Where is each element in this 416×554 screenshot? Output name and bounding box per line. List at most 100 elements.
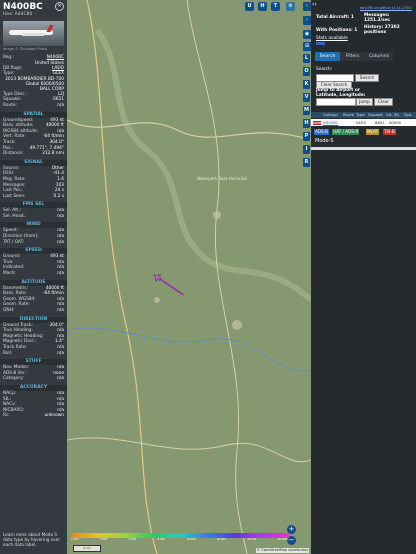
alt-tick: 40 000+ [277,538,289,541]
button-i[interactable]: I [303,145,310,154]
map-view[interactable]: Naturpark Saar-Hunsrück U H T ⚙ › › ◉ ⊞ … [67,0,311,554]
aircraft-table-header: Callsign Route Type Squawk Alt. (ft) Spd… [311,112,416,123]
with-positions: With Positions: 1 [316,28,358,33]
photo-credit: Image © Christoph Plank [3,47,48,51]
speed-value: n/a [57,271,64,277]
spatial-value: 212.8 nmi [42,151,64,157]
history-count: History: 27302 positions [364,25,400,35]
direction-row: Roll: n/a [0,351,67,357]
badge-tisb[interactable]: TIS-B [383,129,396,135]
button-o[interactable]: O [303,67,310,76]
tab-filters[interactable]: Filters [340,52,365,61]
toggle-h-button[interactable]: H [258,2,267,11]
jump-label: Jump to Airport or Latitude, Longitude: [316,88,366,98]
row-altitude: 40000 [389,120,402,125]
toggle-t-button[interactable]: T [271,2,280,11]
stats-icon[interactable] [316,42,325,45]
sidebar-footer-note: Learn more about Mode S data type by hov… [3,532,61,547]
map-town-3 [154,297,160,303]
alt-tick: 10 000 [186,538,196,541]
map-canvas[interactable]: Naturpark Saar-Hunsrück [67,0,311,554]
map-attribution[interactable]: © OpenStreetMap contributors [255,548,309,553]
tab-search[interactable]: Search [315,52,340,61]
toggle-sidebar-button[interactable]: › [303,2,311,11]
toggle-u-button[interactable]: U [245,2,254,11]
close-icon[interactable]: ✕ [55,2,64,11]
col-type[interactable]: Type [356,112,365,118]
stuff-row: Category: n/a [0,376,67,382]
reg-link[interactable]: N400BC [47,55,64,61]
col-route[interactable]: Route [343,112,354,118]
github-link[interactable]: tar1090 on github (3.14.1703) [360,6,412,10]
altitude-value: n/a [57,308,64,313]
accuracy-value: unknown [44,413,64,419]
nature-park-label: Naturpark Saar-Hunsrück [197,176,248,181]
row-callsign[interactable]: N400BC [323,119,338,126]
jump-button[interactable]: Jump [356,98,373,106]
alt-tick: 8 000 [157,538,165,541]
wind-list: Speed: n/a Direction (from): n/a TAT / OAT: n… [0,228,67,245]
spatial-label: Distance: [3,151,24,157]
badge-uat[interactable]: UAT / ADS-R [332,129,360,135]
aircraft-photo[interactable] [3,21,64,46]
mode-s-label[interactable]: Mode-S [315,138,334,144]
tab-columns[interactable]: Columns [365,52,393,61]
button-p[interactable]: P [303,132,310,141]
button-h[interactable]: H [303,119,310,128]
fms-row: Sel. Head.: n/a [0,214,67,220]
alt-tick: 30 000 [247,538,257,541]
col-altitude[interactable]: Alt. (ft) [386,112,399,118]
type-label: Type: [3,71,15,77]
accuracy-label: Rc: [3,413,10,419]
badge-adsb[interactable]: ADS-B [314,129,329,135]
fms-list: Sel. Alt.: n/a Sel. Head.: n/a [0,208,67,219]
fms-label: Sel. Head.: [3,213,27,219]
layers-icon[interactable]: ◉ [303,30,311,39]
table-row[interactable]: N400BC GLEX 6651 40000 [311,119,416,126]
map-town-1 [213,211,221,219]
scale-bar: 5 nm [73,545,101,552]
alt-tick: 20 000 [216,538,226,541]
fms-value: n/a [57,213,64,219]
table-scrollbar[interactable] [311,147,416,150]
direction-list: Ground Track: 304.0° True Heading: n/a Magne… [0,323,67,357]
panel-nav-arrows[interactable]: ‹› [312,1,317,8]
wind-value: n/a [57,239,64,245]
aircraft-detail-sidebar: N400BC Hex: A44C80 ✕ Image © Christoph P… [0,0,67,554]
altitude-label: QNH: [3,308,15,313]
button-m[interactable]: M [303,106,310,115]
col-callsign[interactable]: Callsign [323,112,338,118]
signal-label: Last Seen: [3,193,26,199]
wind-label: TAT / OAT: [3,239,25,245]
col-squawk[interactable]: Squawk [368,112,383,118]
direction-value: n/a [57,350,64,356]
route-label: Route: [3,102,17,108]
alt-tick: 4 000 [99,538,108,541]
settings-gear-icon[interactable]: ⚙ [286,2,295,11]
jump-input[interactable] [316,98,356,106]
alt-tick: 2 000 [71,538,79,541]
signal-row: Last Seen: 0.2 s [0,194,67,200]
altitude-scale-labels: 2 000 4 000 6 000 8 000 10 000 20 000 30… [71,538,289,542]
messages-rate: Messages: 1251.2/sec [364,13,391,23]
grid-icon[interactable]: ⊞ [303,42,311,51]
spatial-row: Distance: 212.8 nmi [0,151,67,157]
search-button[interactable]: Search [355,74,379,82]
button-k[interactable]: K [303,80,310,89]
collapse-panel-button[interactable]: › [303,16,311,25]
button-v[interactable]: V [303,93,310,102]
signal-list: Source: Other RSSI: -41.4 Msg. Rate: 1.6 Messa… [0,166,67,200]
button-r[interactable]: R [303,158,310,167]
stats-available-link[interactable]: Stats available [316,36,348,41]
route-row: Route: n/a [0,103,67,109]
clear-button[interactable]: Clear [374,98,393,106]
wind-row: TAT / OAT: n/a [0,240,67,246]
badge-mlat[interactable]: MLAT [366,129,380,135]
direction-label: Roll: [3,350,13,356]
altitude-row: QNH: n/a [0,308,67,314]
hex-code: Hex: A44C80 [3,12,33,17]
button-l[interactable]: L [303,54,310,63]
stuff-list: Nav. Modes: n/a ADS-B Ver.: none Category: n/… [0,365,67,382]
route-value: n/a [57,102,64,108]
row-squawk: 6651 [375,120,385,125]
